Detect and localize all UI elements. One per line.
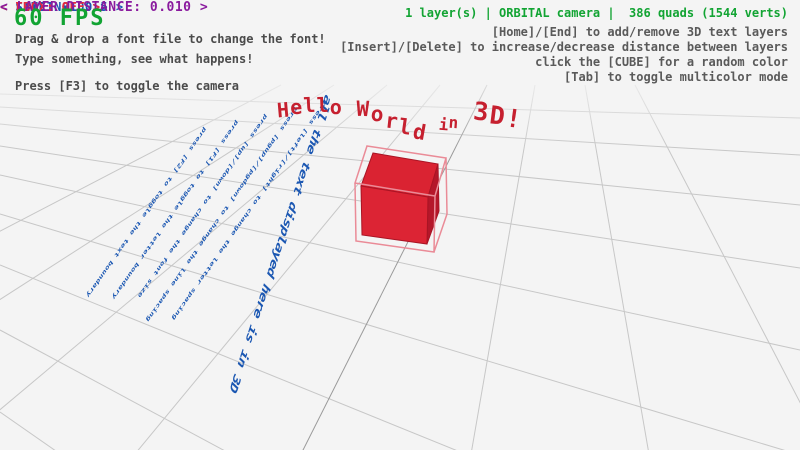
hint-drag-drop: Drag & drop a font file to change the fo… bbox=[15, 32, 326, 46]
hint-layer-distance: [Insert]/[Delete] to increase/decrease d… bbox=[340, 40, 788, 54]
fps-counter: 60 FPS bbox=[14, 6, 105, 31]
hello-world-text: Hello World in 3D! bbox=[278, 100, 520, 129]
hint-multicolor: [Tab] to toggle multicolor mode bbox=[564, 70, 788, 84]
hint-add-remove-layers: [Home]/[End] to add/remove 3D text layer… bbox=[492, 25, 788, 39]
hint-toggle-camera: Press [F3] to toggle the camera bbox=[15, 79, 239, 93]
hint-cube-color: click the [CUBE] for a random color bbox=[535, 55, 788, 69]
hint-type: Type something, see what happens! bbox=[15, 52, 253, 66]
cube[interactable] bbox=[355, 146, 447, 252]
scene-canvas[interactable]: press [F2] to toggle the text boundary p… bbox=[0, 0, 800, 450]
status-bar: 1 layer(s) | ORBITAL camera | 386 quads … bbox=[405, 6, 788, 20]
